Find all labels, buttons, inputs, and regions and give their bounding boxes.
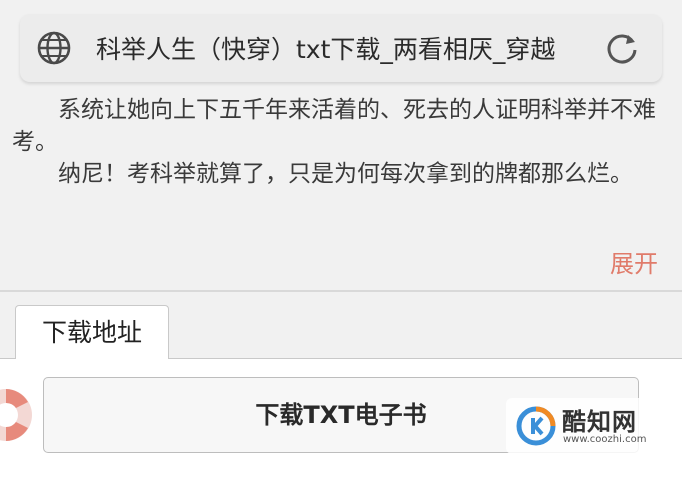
description-line: 纳尼！考科举就算了，只是为何每次拿到的牌都那么烂。 [58, 161, 633, 187]
watermark-url: www.coozhi.com [563, 434, 647, 445]
tab-download-address[interactable]: 下载地址 [15, 305, 169, 359]
section-divider [0, 290, 682, 292]
watermark-brand: 酷知网 [562, 408, 637, 436]
reload-icon[interactable] [604, 30, 640, 66]
book-description: 系统让她向上下五千年来活着的、死去的人证明科举并不难考。 纳尼！考科举就算了，只… [12, 94, 668, 190]
page-title[interactable]: 科举人生（快穿）txt下载_两看相厌_穿越 [96, 30, 580, 70]
description-line: 系统让她向上下五千年来活着的、死去的人证明科举并不难考。 [12, 97, 656, 155]
lifebuoy-icon [0, 389, 32, 441]
globe-icon [37, 31, 71, 65]
coozhi-logo-icon [516, 406, 556, 446]
watermark: 酷知网 www.coozhi.com [506, 398, 668, 454]
expand-link[interactable]: 展开 [610, 244, 658, 279]
